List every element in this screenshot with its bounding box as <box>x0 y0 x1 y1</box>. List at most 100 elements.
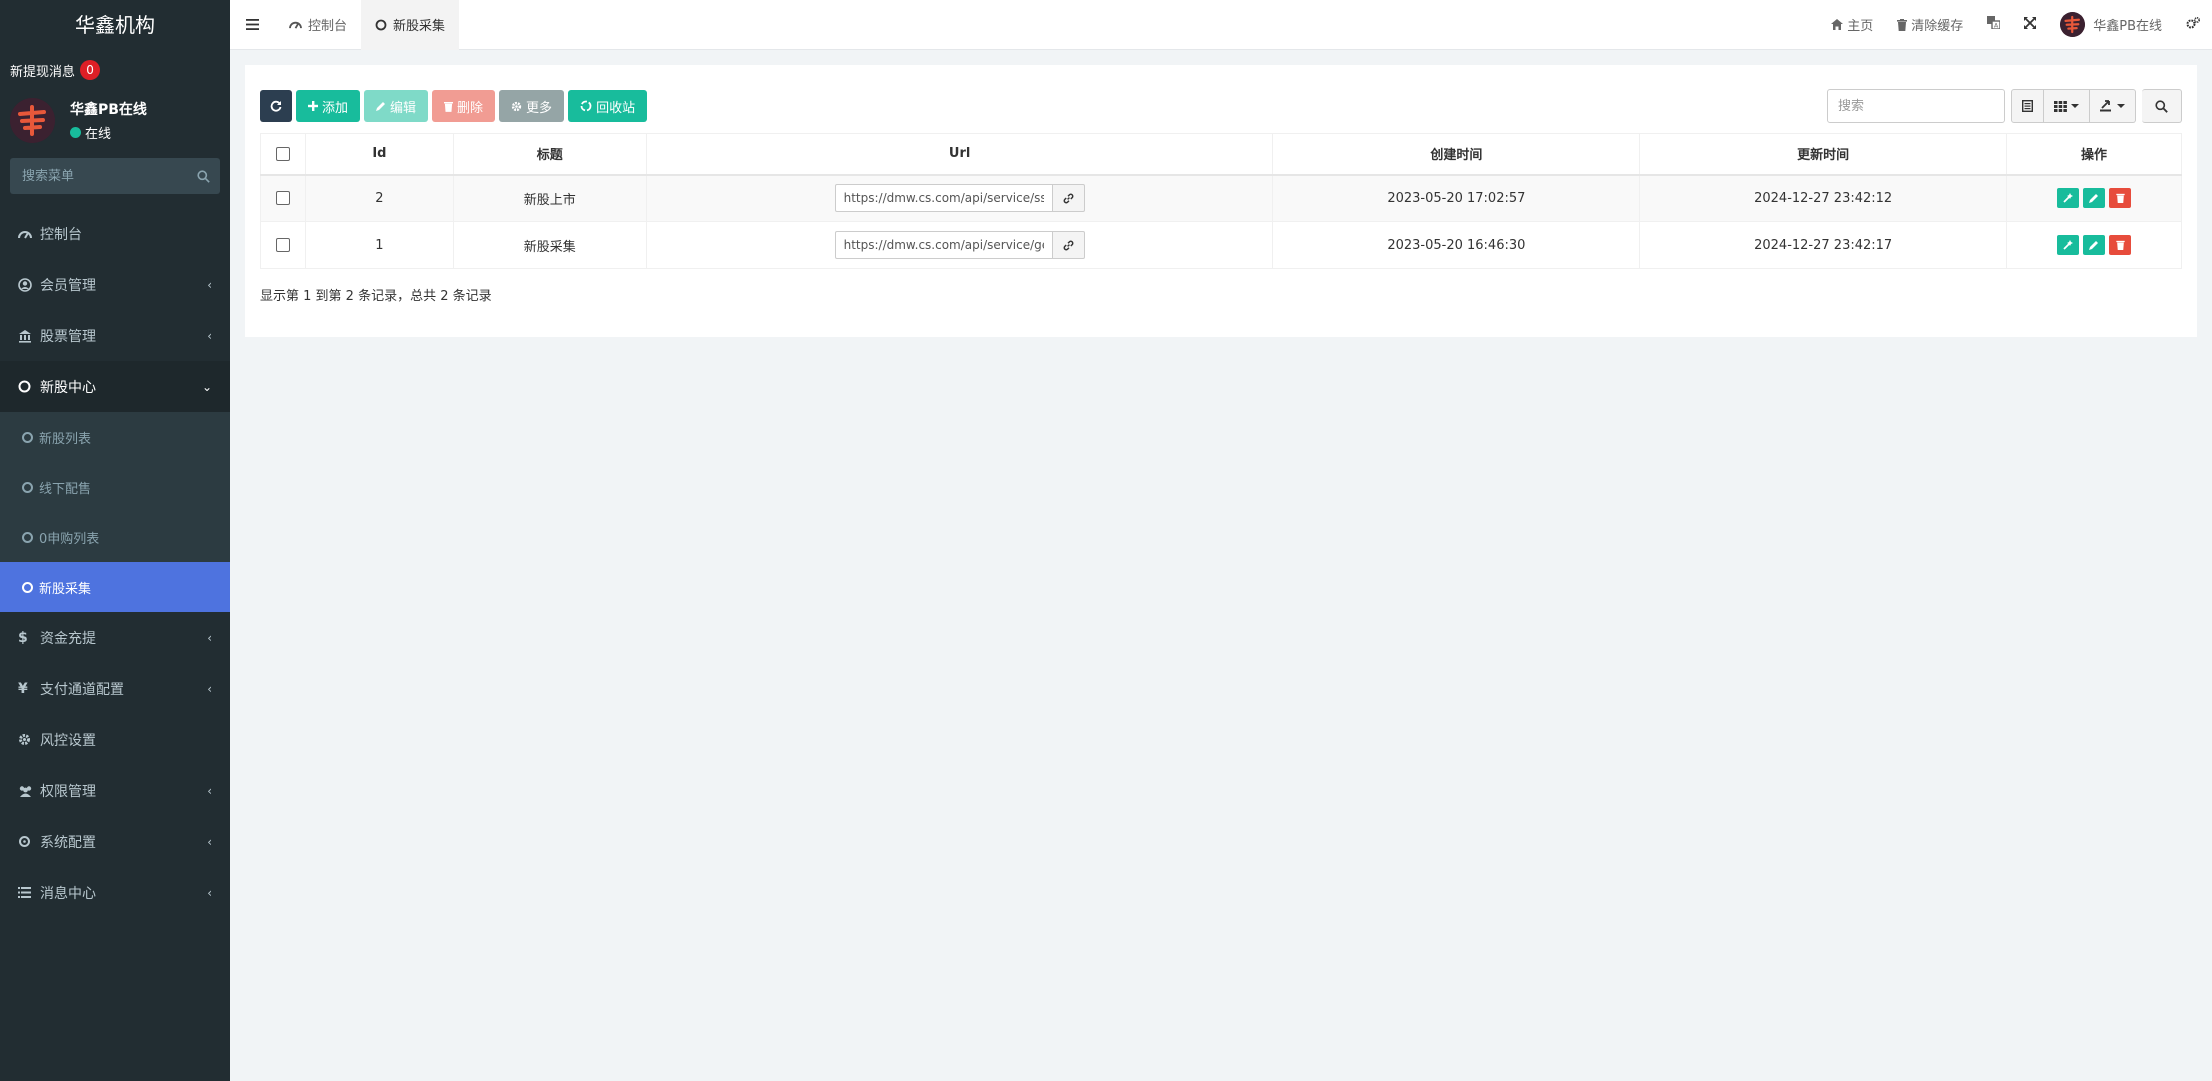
user-circle-icon <box>18 277 36 292</box>
sidebar-item-system-config[interactable]: 系统配置 ‹ <box>0 816 230 867</box>
submenu-item-zero-subscription[interactable]: 0申购列表 <box>0 512 230 562</box>
sidebar-item-stocks[interactable]: 股票管理 ‹ <box>0 310 230 361</box>
sidebar-item-funds[interactable]: $ 资金充提 ‹ <box>0 612 230 663</box>
content-panel: 添加 编辑 删除 更多 回收站 搜索 Id 标题 Url 创建时间 更新时间 操… <box>245 65 2197 337</box>
language-button[interactable]: A <box>1975 0 2012 50</box>
submenu-item-offline-placement[interactable]: 线下配售 <box>0 462 230 512</box>
table-row[interactable]: 2 新股上市 2023-05-20 17:02:57 2024-12-27 23… <box>260 174 2182 222</box>
collect-button[interactable] <box>2057 188 2080 209</box>
column-header-url[interactable]: Url <box>645 133 1274 176</box>
search-icon <box>2155 99 2168 113</box>
tab-ipo-collect[interactable]: 新股采集 <box>361 0 460 50</box>
sidebar-item-risk-control[interactable]: 风控设置 <box>0 714 230 765</box>
caret-down-icon <box>2117 104 2125 108</box>
pagination-info: 显示第 1 到第 2 条记录，总共 2 条记录 <box>260 289 492 304</box>
hamburger-icon <box>246 19 259 30</box>
settings-button[interactable] <box>2174 0 2212 50</box>
language-icon: A <box>1987 16 2001 33</box>
user-menu[interactable]: 华鑫PB在线 <box>2048 0 2174 50</box>
column-header-title[interactable]: 标题 <box>452 133 647 176</box>
online-dot-icon <box>70 126 81 138</box>
tab-label: 新股采集 <box>393 19 446 34</box>
row-delete-button[interactable] <box>2109 235 2132 255</box>
search-icon[interactable] <box>197 169 210 183</box>
cell-url <box>645 174 1274 222</box>
sidebar-item-label: 系统配置 <box>40 834 96 851</box>
more-button[interactable]: 更多 <box>499 90 565 122</box>
withdraw-notice-label: 新提现消息 <box>10 64 76 80</box>
row-edit-button[interactable] <box>2083 188 2106 209</box>
url-field[interactable] <box>834 231 1053 259</box>
add-button[interactable]: 添加 <box>296 90 361 122</box>
submenu-item-ipo-list[interactable]: 新股列表 <box>0 412 230 462</box>
select-all-checkbox[interactable] <box>275 146 290 161</box>
chevron-left-icon: ‹ <box>207 681 212 696</box>
magic-wand-icon <box>2063 193 2074 203</box>
row-edit-button[interactable] <box>2083 235 2106 255</box>
sidebar-item-label: 消息中心 <box>40 885 96 902</box>
sidebar-item-label: 控制台 <box>40 226 82 243</box>
card-view-icon <box>2022 100 2033 112</box>
sidebar-toggle-button[interactable] <box>230 0 275 50</box>
sidebar-item-payment-channels[interactable]: ¥ 支付通道配置 ‹ <box>0 663 230 714</box>
fullscreen-button[interactable] <box>2012 0 2048 50</box>
sidebar-search <box>10 158 220 194</box>
chevron-left-icon: ‹ <box>207 783 212 798</box>
table-row[interactable]: 1 新股采集 2023-05-20 16:46:30 2024-12-27 23… <box>260 221 2182 269</box>
yen-icon: ¥ <box>18 680 28 697</box>
cell-updated: 2024-12-27 23:42:12 <box>1639 174 2008 222</box>
recycle-bin-button[interactable]: 回收站 <box>568 90 648 122</box>
export-icon <box>2100 100 2111 112</box>
notice-count-badge: 0 <box>80 60 101 80</box>
home-link[interactable]: 主页 <box>1819 0 1885 50</box>
card-view-toggle[interactable] <box>2011 89 2044 123</box>
refresh-button[interactable] <box>260 90 292 122</box>
home-link-label: 主页 <box>1847 19 1874 34</box>
table-search-input[interactable] <box>1827 89 2005 123</box>
submenu-item-label: 线下配售 <box>39 481 92 497</box>
pencil-icon <box>2089 241 2099 250</box>
sidebar-item-messages[interactable]: 消息中心 ‹ <box>0 867 230 918</box>
cell-title: 新股采集 <box>452 221 647 269</box>
chevron-left-icon: ‹ <box>207 885 212 900</box>
sidebar-item-members[interactable]: 会员管理 ‹ <box>0 259 230 310</box>
sidebar-item-label: 股票管理 <box>40 328 96 345</box>
sidebar-item-dashboard[interactable]: 控制台 <box>0 208 230 259</box>
open-url-button[interactable] <box>1052 184 1085 213</box>
withdraw-notice[interactable]: 新提现消息 0 <box>0 50 230 90</box>
clear-cache-button[interactable]: 清除缓存 <box>1885 0 1975 50</box>
export-toggle[interactable] <box>2090 89 2136 123</box>
list-icon <box>18 887 36 898</box>
column-header-created[interactable]: 创建时间 <box>1272 133 1641 176</box>
avatar <box>2060 12 2086 37</box>
edit-button[interactable]: 编辑 <box>364 90 429 122</box>
sidebar-item-label: 风控设置 <box>40 732 96 749</box>
magic-wand-icon <box>2063 240 2074 250</box>
column-header-id[interactable]: Id <box>304 133 454 176</box>
chevron-left-icon: ‹ <box>207 277 212 292</box>
user-menu-name: 华鑫PB在线 <box>2093 19 2162 34</box>
avatar-logo-icon <box>2060 12 2086 37</box>
sidebar-search-input[interactable] <box>20 167 197 185</box>
table-toolbar: 添加 编辑 删除 更多 回收站 <box>260 90 651 122</box>
row-checkbox[interactable] <box>275 191 290 206</box>
open-url-button[interactable] <box>1052 231 1085 259</box>
collect-button[interactable] <box>2057 235 2080 255</box>
url-field[interactable] <box>834 184 1053 213</box>
tab-dashboard[interactable]: 控制台 <box>275 0 361 50</box>
advanced-search-button[interactable] <box>2142 89 2182 123</box>
brand-logo[interactable]: 华鑫机构 <box>0 0 230 50</box>
row-checkbox[interactable] <box>275 238 290 252</box>
column-header-updated[interactable]: 更新时间 <box>1639 133 2008 176</box>
row-delete-button[interactable] <box>2109 188 2132 209</box>
sidebar-item-permissions[interactable]: 权限管理 ‹ <box>0 765 230 816</box>
sidebar-item-ipo-center[interactable]: 新股中心 ⌄ <box>0 361 230 412</box>
cell-created: 2023-05-20 16:46:30 <box>1272 221 1641 269</box>
columns-toggle[interactable] <box>2044 89 2090 123</box>
user-panel: 华鑫PB在线 在线 <box>0 90 230 150</box>
cell-url <box>645 221 1274 269</box>
user-status-label: 在线 <box>85 126 112 142</box>
delete-button[interactable]: 删除 <box>432 90 496 122</box>
submenu-item-ipo-collect[interactable]: 新股采集 <box>0 562 230 612</box>
table-header-row: Id 标题 Url 创建时间 更新时间 操作 <box>260 133 2182 176</box>
